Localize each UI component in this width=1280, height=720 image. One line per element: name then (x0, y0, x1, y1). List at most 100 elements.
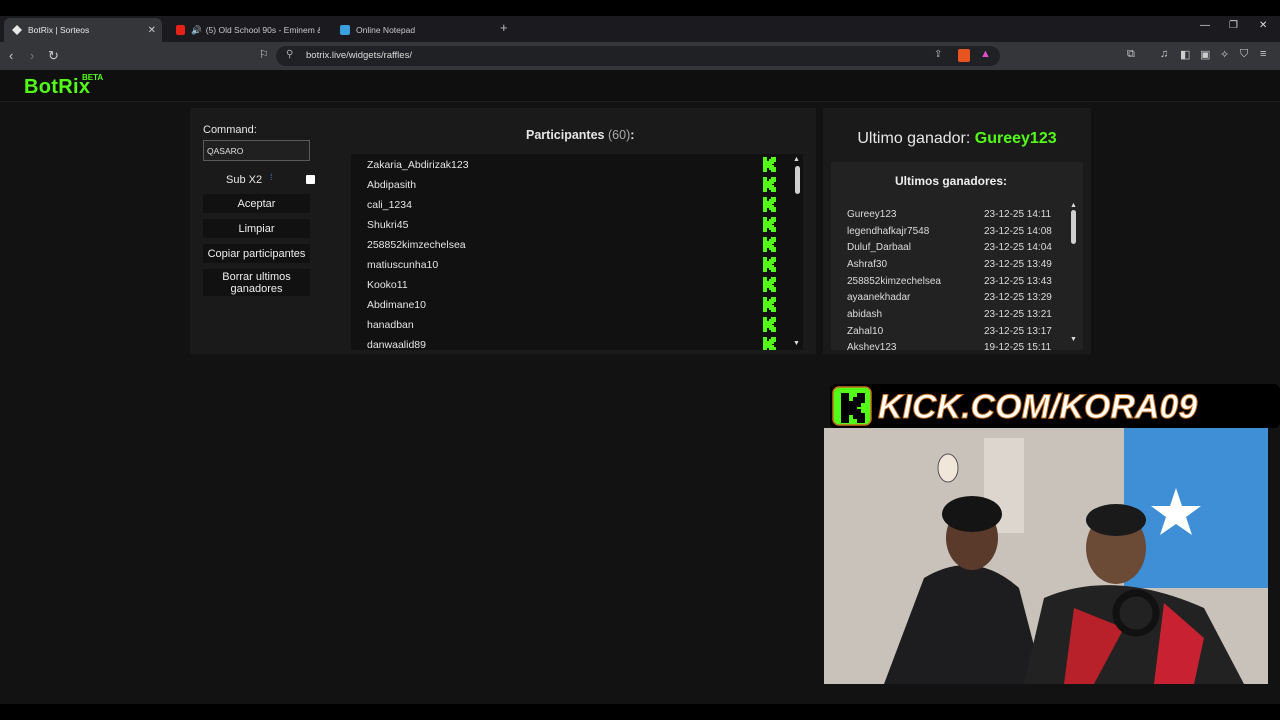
participant-name: Abdimane10 (367, 299, 426, 311)
copy-participants-button[interactable]: Copiar participantes (203, 244, 310, 263)
close-window-icon[interactable]: ✕ (1259, 20, 1267, 31)
participants-label: Participantes (526, 128, 605, 142)
clear-button[interactable]: Limpiar (203, 219, 310, 238)
winner-name: Gureey123 (847, 209, 897, 220)
top-black-bar (0, 0, 1280, 16)
kick-icon (763, 197, 776, 212)
tab-notepad[interactable]: Online Notepad (332, 18, 492, 42)
banner-text: KICK.COM/KORA09 (878, 388, 1197, 426)
scroll-down-icon[interactable]: ▼ (793, 340, 800, 347)
command-input[interactable] (203, 140, 310, 161)
list-item: Abdipasith (367, 175, 787, 195)
share-icon[interactable]: ⇪ (934, 49, 942, 60)
list-item: Shukri45 (367, 215, 787, 235)
screenshot-icon[interactable]: ⧉ (1127, 48, 1135, 61)
list-item: Akshey123 19-12-25 15:11 (847, 340, 1061, 350)
list-item: Abdimane10 (367, 295, 787, 315)
close-tab-icon[interactable]: ✕ (148, 25, 156, 36)
list-item: Ashraf30 23-12-25 13:49 (847, 257, 1061, 273)
kick-icon (763, 237, 776, 252)
kick-icon (763, 337, 776, 350)
winner-date: 23-12-25 13:17 (984, 326, 1052, 337)
participants-count: (60) (608, 128, 631, 142)
minimize-icon[interactable]: — (1200, 20, 1210, 31)
sub-x2-checkbox[interactable] (306, 175, 315, 184)
participant-name: danwaalid89 (367, 339, 426, 350)
sidebar-icon[interactable]: ◧ (1180, 48, 1190, 61)
winner-name: ayaanekhadar (847, 292, 911, 303)
list-item: matiuscunha10 (367, 255, 787, 275)
winners-scrollbar[interactable] (1071, 210, 1076, 244)
brave-rewards-icon[interactable]: ▲ (980, 48, 991, 60)
participants-scrollbar[interactable] (795, 166, 800, 194)
accept-button[interactable]: Aceptar (203, 194, 310, 213)
winners-scroll-up-icon[interactable]: ▲ (1070, 202, 1077, 209)
menu-icon[interactable]: ≡ (1260, 48, 1266, 60)
site-info-icon[interactable]: ⚲ (286, 49, 293, 60)
wallet-icon[interactable]: ▣ (1200, 48, 1210, 61)
new-tab-icon[interactable]: + (500, 20, 508, 35)
winner-name: 258852kimzechelsea (847, 276, 941, 287)
screen: BotRix | Sorteos ✕ 🔊 (5) Old School 90s … (0, 0, 1280, 720)
kick-channel-banner: KICK.COM/KORA09 (830, 384, 1280, 428)
botrix-logo[interactable]: BotRix (24, 76, 90, 99)
raffle-panel: Command: Sub X2 ⁞ Aceptar Limpiar Copiar… (190, 108, 816, 354)
winner-name: legendhafkajr7548 (847, 226, 930, 237)
winners-scroll-down-icon[interactable]: ▼ (1070, 336, 1077, 343)
vpn-icon[interactable]: ⛉ (1240, 48, 1248, 61)
winner-date: 23-12-25 14:04 (984, 242, 1052, 253)
participants-colon: : (630, 128, 635, 142)
winner-date: 23-12-25 13:29 (984, 292, 1052, 303)
music-icon[interactable]: ♫ (1160, 48, 1168, 60)
bookmark-icon[interactable]: ⚐ (259, 48, 269, 61)
winners-list-box[interactable]: Ultimos ganadores: Gureey123 23-12-25 14… (831, 162, 1083, 350)
address-bar[interactable]: ⚲ botrix.live/widgets/raffles/ ⇪ ▲ (276, 46, 1000, 66)
winner-name: Zahal10 (847, 326, 884, 337)
leo-ai-icon[interactable]: ✧ (1220, 48, 1229, 61)
tab-youtube[interactable]: 🔊 (5) Old School 90s - Eminem & S (168, 18, 328, 42)
maximize-icon[interactable]: ❐ (1229, 20, 1238, 31)
participant-name: Zakaria_Abdirizak123 (367, 159, 469, 171)
winner-date: 23-12-25 13:43 (984, 276, 1052, 287)
list-item: legendhafkajr7548 23-12-25 14:08 (847, 224, 1061, 240)
browser-nav-bar: ‹ › ↻ ⚐ ⚲ botrix.live/widgets/raffles/ ⇪… (0, 42, 1280, 70)
brave-shield-icon[interactable] (958, 49, 970, 62)
list-item: 258852kimzechelsea (367, 235, 787, 255)
winners-panel: Ultimo ganador: Gureey123 Ultimos ganado… (823, 108, 1091, 354)
list-item: 258852kimzechelsea 23-12-25 13:43 (847, 274, 1061, 290)
bottom-black-bar (0, 704, 1280, 720)
list-item: abidash 23-12-25 13:21 (847, 307, 1061, 323)
tab-title: Online Notepad (356, 25, 416, 35)
info-icon: ⁞ (270, 172, 273, 182)
speaker-icon: 🔊 (191, 24, 202, 35)
list-item: Zahal10 23-12-25 13:17 (847, 324, 1061, 340)
participant-name: 258852kimzechelsea (367, 239, 466, 251)
tab-botrix[interactable]: BotRix | Sorteos ✕ (4, 18, 162, 42)
list-item: Gureey123 23-12-25 14:11 (847, 207, 1061, 223)
reload-icon[interactable]: ↻ (48, 48, 59, 64)
back-icon[interactable]: ‹ (9, 48, 13, 63)
kick-icon (763, 157, 776, 172)
notepad-favicon-icon (340, 25, 350, 35)
last-winner-label: Ultimo ganador: (857, 130, 971, 147)
winner-date: 19-12-25 15:11 (984, 342, 1052, 350)
forward-icon[interactable]: › (30, 48, 34, 63)
participant-name: cali_1234 (367, 199, 412, 211)
participant-name: Abdipasith (367, 179, 417, 191)
participant-name: Kooko11 (367, 279, 408, 291)
youtube-favicon-icon (176, 25, 186, 35)
participants-title: Participantes (60): (526, 128, 634, 142)
kick-icon (763, 277, 776, 292)
beta-badge: BETA (82, 73, 104, 82)
last-winner-name: Gureey123 (974, 130, 1057, 147)
winner-date: 23-12-25 14:08 (984, 226, 1052, 237)
scroll-up-icon[interactable]: ▲ (793, 156, 800, 163)
list-item: cali_1234 (367, 195, 787, 215)
browser-tab-bar: BotRix | Sorteos ✕ 🔊 (5) Old School 90s … (0, 16, 1280, 42)
delete-winners-button[interactable]: Borrar ultimos ganadores (203, 269, 310, 296)
winner-name: Akshey123 (847, 342, 897, 350)
kick-icon (763, 317, 776, 332)
winner-name: Duluf_Darbaal (847, 242, 911, 253)
participants-list[interactable]: Zakaria_Abdirizak123 Abdipasith cali_123… (351, 154, 803, 350)
winners-list-title: Ultimos ganadores: (894, 174, 1008, 188)
